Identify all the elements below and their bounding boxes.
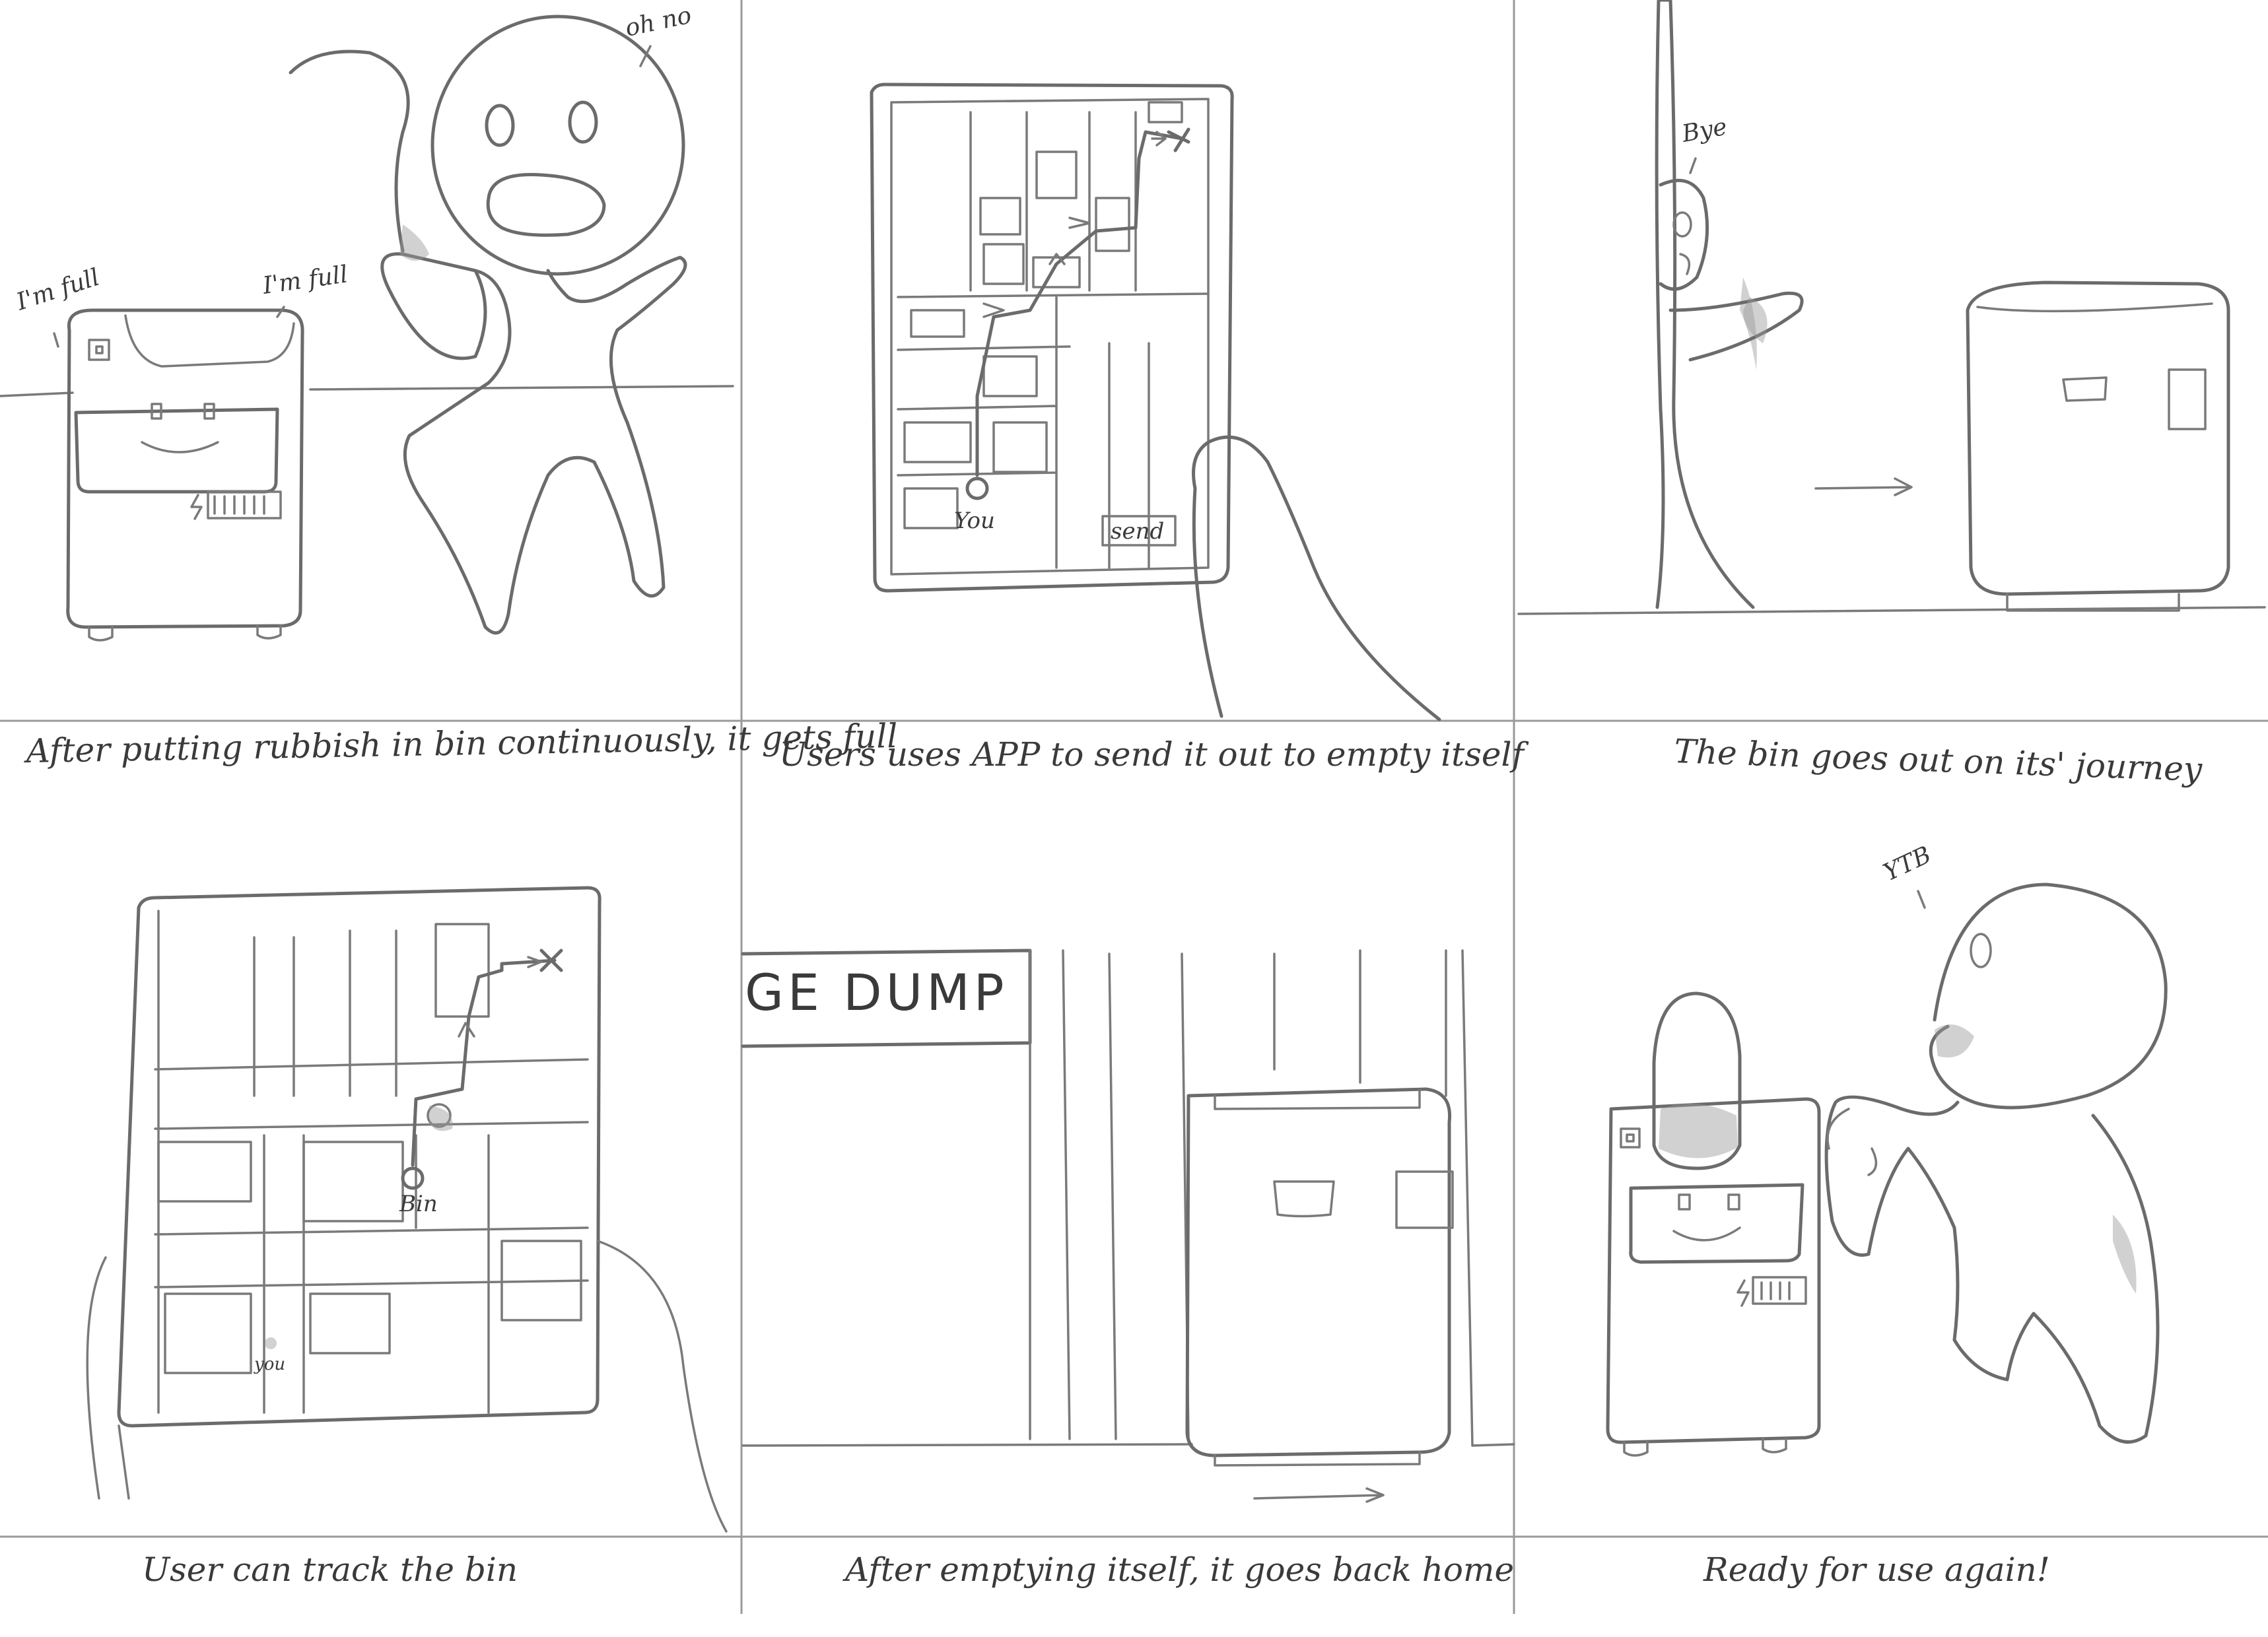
hands	[86, 1240, 728, 1533]
panel-5: GE DUMP After emptying itself, it goes b…	[741, 949, 1515, 1589]
storyboard-grid	[0, 0, 2268, 1614]
smart-bin	[66, 308, 304, 642]
panel-2-caption: Users uses APP to send it out to empty i…	[779, 735, 1529, 774]
panel-1: I'm full I'm full oh no After putting ru…	[0, 2, 898, 770]
dump-sign-text: GE DUMP	[745, 963, 1008, 1022]
person-figure	[289, 15, 687, 635]
panel-3: Bye The bin goes out on its' journey	[1517, 0, 2266, 789]
smart-bin-ready	[1606, 991, 1821, 1457]
returning-bin	[1185, 1087, 1454, 1467]
map-label-bin: Bin	[399, 1191, 438, 1217]
panel-5-caption: After emptying itself, it goes back home	[842, 1551, 1514, 1589]
person-figure	[1824, 883, 2168, 1444]
motion-arrow	[1253, 1487, 1385, 1503]
speech-bye: Bye	[1679, 114, 1729, 148]
map-label-you: you	[254, 1354, 285, 1374]
speech-ytb: YTB	[1879, 842, 1935, 887]
peeking-person	[1659, 178, 1804, 362]
lightning-icon	[190, 494, 203, 520]
motion-arrow	[1814, 477, 1913, 496]
tracking-phone-map: Bin you	[117, 886, 601, 1428]
panel-6-caption: Ready for use again!	[1703, 1551, 2050, 1589]
phone-map: You send	[870, 83, 1234, 593]
lightning-icon	[1736, 1279, 1750, 1307]
map-label-you: You	[954, 508, 995, 534]
panel-2: You send Users uses APP to send it out t…	[779, 83, 1529, 774]
speech-im-full-right: I'm full	[261, 261, 350, 300]
speech-im-full-left: I'm full	[13, 264, 103, 316]
panel-4: Bin you User can track the bin	[86, 886, 728, 1589]
panel-3-caption: The bin goes out on its' journey	[1674, 732, 2203, 789]
panel-1-caption: After putting rubbish in bin continuousl…	[23, 717, 898, 770]
speech-oh-no: oh no	[623, 2, 693, 42]
panel-6: YTB Ready for use again!	[1606, 842, 2168, 1589]
storyboard: I'm full I'm full oh no After putting ru…	[0, 0, 2268, 1614]
send-button-label: send	[1111, 518, 1164, 545]
bin-leaving	[1966, 281, 2230, 612]
panel-4-caption: User can track the bin	[142, 1551, 518, 1589]
